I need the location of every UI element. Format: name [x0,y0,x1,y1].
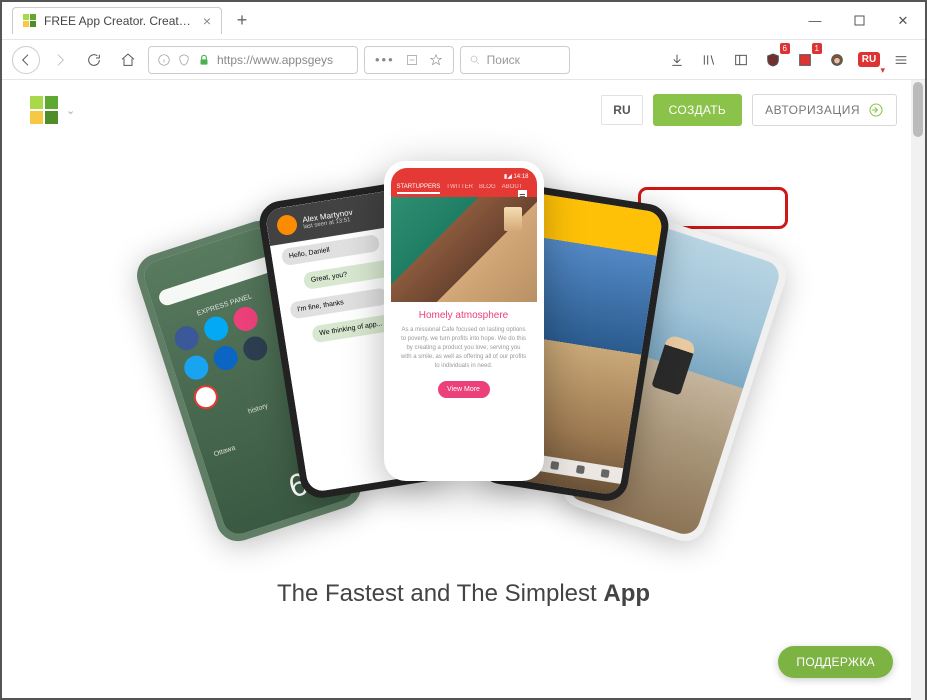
site-header: ⌄ RU СОЗДАТЬ АВТОРИЗАЦИЯ [2,80,925,140]
minimize-button[interactable]: — [793,6,837,36]
home-button[interactable] [114,46,142,74]
support-button[interactable]: ПОДДЕРЖКА [778,646,893,678]
search-placeholder: Поиск [487,53,520,67]
tab-title: FREE App Creator. Create Apps [44,14,196,28]
tab-close-icon[interactable]: × [203,14,211,28]
window-controls: — ✕ [793,6,925,36]
phone-mockup-blog: ▮◢ 14:18STARTUPPERSTWITTERBLOGABOUT ≡ Ho… [384,161,544,481]
library-icon[interactable] [695,46,723,74]
login-icon [868,102,884,118]
login-button[interactable]: АВТОРИЗАЦИЯ [752,94,897,126]
chevron-down-icon[interactable]: ⌄ [66,104,75,117]
adblock-icon[interactable]: 1 [791,46,819,74]
menu-button[interactable] [887,46,915,74]
page-actions[interactable]: ••• [364,46,454,74]
search-icon [469,54,481,66]
login-label: АВТОРИЗАЦИЯ [765,103,860,117]
tagline: The Fastest and The Simplest App [2,580,925,608]
forward-button[interactable] [46,46,74,74]
star-icon[interactable] [429,53,443,67]
reader-icon [405,53,419,67]
ru-lang-icon[interactable]: RU▾ [855,46,883,74]
sidebar-icon[interactable] [727,46,755,74]
ublock-icon[interactable]: 6 [759,46,787,74]
site-logo[interactable] [30,96,58,124]
info-icon [157,53,171,67]
scroll-thumb[interactable] [913,82,923,137]
window-title-bar: FREE App Creator. Create Apps × + — ✕ [2,2,925,40]
create-button[interactable]: СОЗДАТЬ [653,94,742,126]
phones-hero: EXPRESS PANEL history Ottawa 64° Alex Ma… [184,146,744,566]
lock-icon [197,53,211,67]
monkey-icon[interactable] [823,46,851,74]
page-content: ⌄ RU СОЗДАТЬ АВТОРИЗАЦИЯ EXPRESS PANEL h… [2,80,925,700]
shield-icon [177,53,191,67]
reload-button[interactable] [80,46,108,74]
scrollbar[interactable] [911,80,925,700]
browser-tab[interactable]: FREE App Creator. Create Apps × [12,7,222,34]
address-bar: https://www.appsgeys ••• Поиск 6 1 RU▾ [2,40,925,80]
downloads-icon[interactable] [663,46,691,74]
search-field[interactable]: Поиск [460,46,570,74]
url-text: https://www.appsgeys [217,53,333,67]
language-selector[interactable]: RU [601,95,642,125]
maximize-button[interactable] [837,6,881,36]
new-tab-button[interactable]: + [230,9,254,33]
url-field[interactable]: https://www.appsgeys [148,46,358,74]
close-button[interactable]: ✕ [881,6,925,36]
toolbar-right: 6 1 RU▾ [663,46,915,74]
back-button[interactable] [12,46,40,74]
tab-favicon [23,14,37,28]
